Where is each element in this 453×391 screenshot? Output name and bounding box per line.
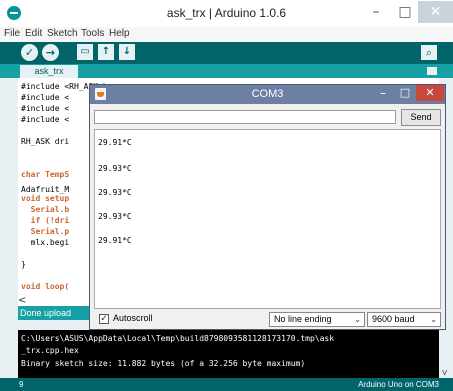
line-number: 9 (19, 380, 24, 389)
serial-output-area[interactable]: 29.91*C 29.93*C 29.93*C 29.93*C 29.91*C (94, 129, 441, 309)
scroll-down-icon[interactable]: v (442, 368, 447, 378)
autoscroll-label: Autoscroll (113, 313, 153, 323)
verify-button[interactable]: ✓ (21, 44, 38, 61)
open-sketch-button[interactable]: ↑ (98, 44, 114, 60)
ide-maximize-button[interactable]: □ (393, 1, 417, 23)
output-line: 29.93*C (98, 188, 132, 197)
chevron-down-icon: ⌄ (354, 315, 361, 324)
code-line: mlx.begi (21, 238, 70, 247)
code-line: #include < (21, 93, 70, 102)
code-line: #include < (21, 104, 70, 113)
serial-titlebar: COM3 – □ ✕ (90, 85, 445, 104)
tab-ask-trx[interactable]: ask_trx (20, 65, 78, 78)
menu-edit[interactable]: Edit (25, 28, 42, 39)
chevron-down-icon: ⌄ (430, 315, 437, 324)
serial-monitor-window: COM3 – □ ✕ Send 29.91*C 29.93*C 29.93*C … (89, 84, 446, 330)
code-line: if (!dri (21, 216, 70, 225)
autoscroll-checkbox[interactable]: ✓ (99, 314, 109, 324)
code-line: void setup (21, 194, 70, 203)
serial-monitor-search-icon[interactable]: ⌕ (421, 45, 437, 60)
send-button[interactable]: Send (401, 109, 441, 126)
console-line: Binary sketch size: 11.882 bytes (of a 3… (21, 359, 306, 368)
status-text: Done upload (20, 308, 72, 318)
ide-titlebar: ask_trx | Arduino 1.0.6 – □ ✕ (0, 0, 453, 27)
menu-tools[interactable]: Tools (81, 28, 104, 39)
save-sketch-button[interactable]: ↓ (119, 44, 135, 60)
menu-file[interactable]: File (4, 28, 20, 39)
output-line: 29.93*C (98, 212, 132, 221)
baud-rate-value: 9600 baud (372, 314, 415, 324)
code-line: Serial.p (21, 227, 70, 236)
serial-minimize-button[interactable]: – (372, 85, 394, 101)
menu-sketch[interactable]: Sketch (47, 28, 78, 39)
baud-rate-select[interactable]: 9600 baud ⌄ (367, 312, 441, 327)
board-port-label: Arduino Uno on COM3 (358, 380, 439, 389)
code-line: char TempS (21, 170, 70, 179)
code-line: void loop( (21, 282, 70, 291)
line-ending-value: No line ending (274, 314, 332, 324)
code-line: RH_ASK dri (21, 137, 70, 146)
console-line: _trx.cpp.hex (21, 346, 79, 355)
code-line: #include < (21, 115, 70, 124)
output-line: 29.91*C (98, 138, 132, 147)
ide-close-button[interactable]: ✕ (418, 1, 453, 23)
editor-scroll-left-icon[interactable]: < (18, 296, 36, 306)
serial-close-button[interactable]: ✕ (416, 85, 444, 101)
ide-minimize-button[interactable]: – (362, 1, 390, 23)
new-sketch-button[interactable]: ▭ (77, 44, 93, 60)
upload-button[interactable]: → (42, 44, 59, 61)
toolbar: ✓ → ▭ ↑ ↓ ⌕ (0, 42, 453, 64)
output-line: 29.93*C (98, 164, 132, 173)
code-line: Serial.b (21, 205, 70, 214)
console-scrollbar[interactable]: v (440, 330, 453, 378)
output-line: 29.91*C (98, 236, 132, 245)
code-line: } (21, 260, 26, 269)
serial-maximize-button[interactable]: □ (394, 85, 416, 101)
tab-bar: ask_trx (0, 64, 453, 78)
bottom-status-bar: 9 Arduino Uno on COM3 (0, 378, 453, 391)
serial-send-input[interactable] (94, 110, 396, 124)
code-line: Adafruit_M (21, 185, 70, 194)
tab-menu-icon[interactable] (427, 67, 437, 75)
menu-help[interactable]: Help (109, 28, 130, 39)
console-line: C:\Users\ASUS\AppData\Local\Temp\build87… (21, 334, 335, 343)
menu-bar: File Edit Sketch Tools Help (0, 27, 453, 42)
line-ending-select[interactable]: No line ending ⌄ (269, 312, 365, 327)
console-output: C:\Users\ASUS\AppData\Local\Temp\build87… (18, 330, 439, 378)
